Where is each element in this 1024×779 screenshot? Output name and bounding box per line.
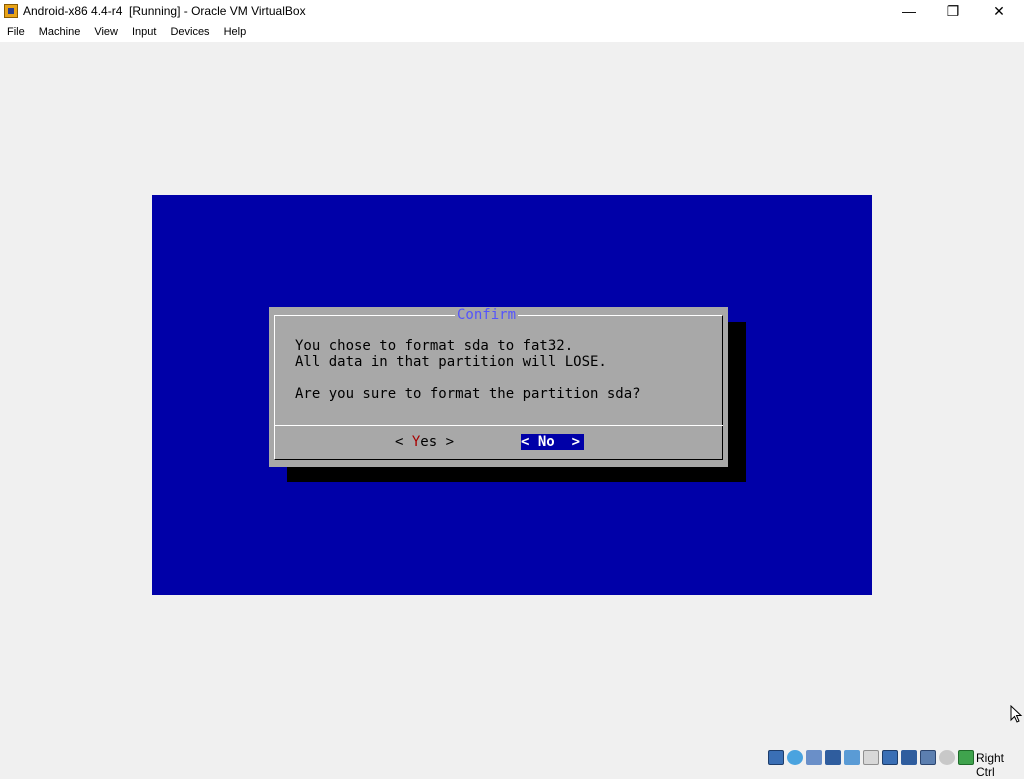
menu-file[interactable]: File (0, 26, 32, 38)
network-icon[interactable] (825, 750, 841, 765)
dialog-message-line2: All data in that partition will LOSE. (295, 354, 607, 370)
status-icons (768, 750, 974, 765)
close-button[interactable]: ✕ (976, 0, 1022, 22)
menu-devices[interactable]: Devices (163, 26, 216, 38)
optical-drive-icon[interactable] (787, 750, 803, 765)
mouse-cursor-icon (1010, 705, 1023, 723)
yes-button[interactable]: < Yes > (395, 434, 454, 450)
dialog-title: Confirm (455, 307, 519, 323)
restore-button[interactable]: ❐ (930, 0, 976, 22)
shared-folders-icon[interactable] (863, 750, 879, 765)
host-key-icon[interactable] (958, 750, 974, 765)
hard-disk-icon[interactable] (768, 750, 784, 765)
cpu-icon[interactable] (920, 750, 936, 765)
vm-display[interactable]: Confirm You chose to format sda to fat32… (152, 195, 872, 595)
status-bar: Right Ctrl (0, 747, 1024, 779)
no-button[interactable]: < No > (521, 434, 584, 450)
menu-machine[interactable]: Machine (32, 26, 88, 38)
dialog-separator (274, 425, 723, 426)
virtualbox-app-icon (4, 4, 18, 18)
mouse-integration-icon[interactable] (939, 750, 955, 765)
audio-icon[interactable] (806, 750, 822, 765)
menu-view[interactable]: View (87, 26, 125, 38)
minimize-icon: — (902, 3, 916, 19)
restore-icon: ❐ (946, 2, 960, 19)
minimize-button[interactable]: — (886, 0, 932, 22)
menu-help[interactable]: Help (217, 26, 254, 38)
host-key-label: Right Ctrl (976, 751, 1005, 779)
window-title: Android-x86 4.4-r4 [Running] - Oracle VM… (23, 4, 306, 18)
usb-icon[interactable] (844, 750, 860, 765)
dialog-question: Are you sure to format the partition sda… (295, 386, 641, 402)
yes-button-rest: es > (420, 434, 455, 450)
yes-button-left: < (395, 434, 412, 450)
close-icon: ✕ (993, 2, 1005, 19)
recording-icon[interactable] (901, 750, 917, 765)
dialog-message-line1: You chose to format sda to fat32. (295, 338, 574, 354)
menu-input[interactable]: Input (125, 26, 163, 38)
display-icon[interactable] (882, 750, 898, 765)
window-titlebar[interactable]: Android-x86 4.4-r4 [Running] - Oracle VM… (0, 0, 1024, 22)
menu-bar: File Machine View Input Devices Help (0, 22, 1024, 42)
confirm-dialog: Confirm You chose to format sda to fat32… (269, 307, 728, 467)
